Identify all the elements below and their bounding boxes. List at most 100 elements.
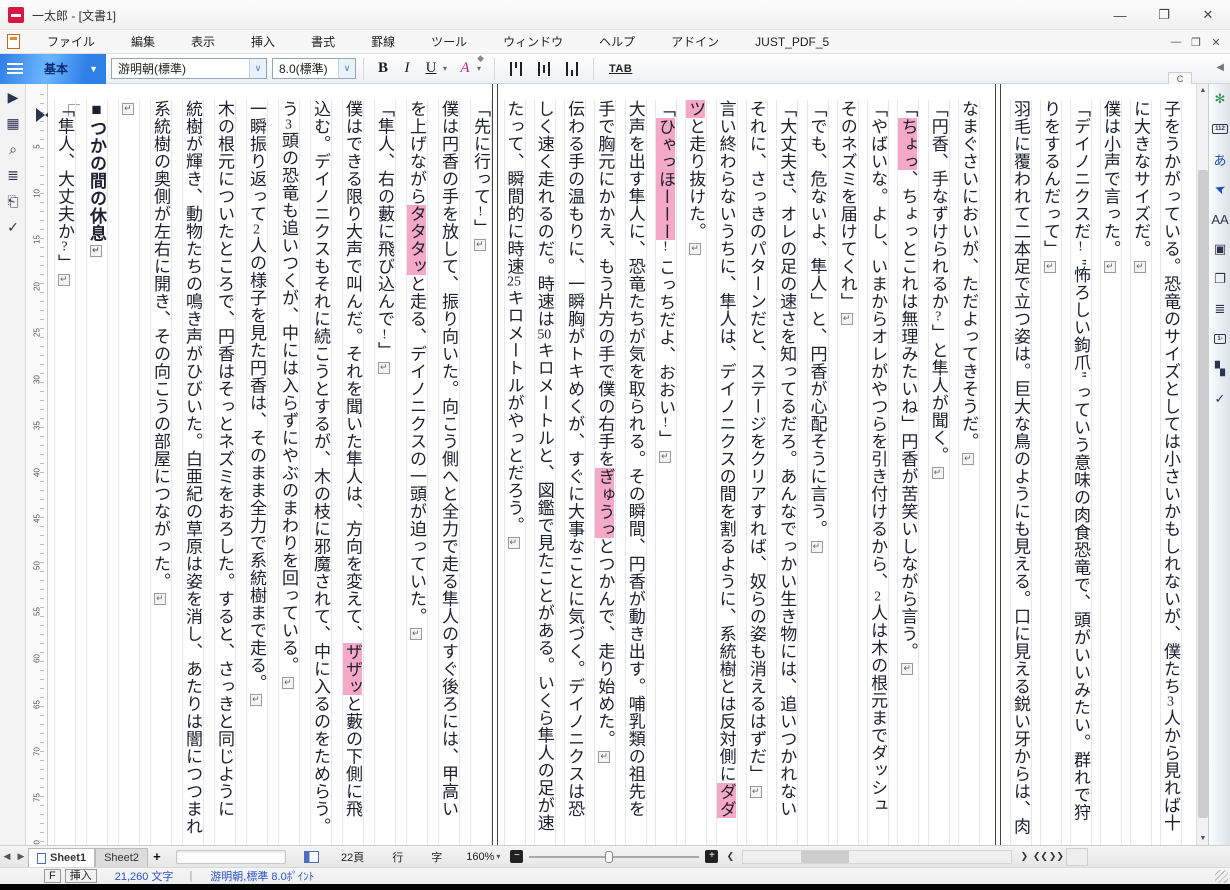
hscroll-right-icon[interactable]: ❯: [1016, 851, 1032, 862]
add-sheet-button[interactable]: +: [148, 849, 166, 864]
font-size-select[interactable]: 8.0(標準) ∨: [272, 58, 356, 79]
menu-item-11[interactable]: JUST_PDF_5: [737, 30, 847, 54]
text-column[interactable]: ■つかの間の休息↵: [86, 100, 108, 845]
text-column[interactable]: 僕は小声で言った。↵: [1100, 100, 1122, 845]
font-color-options-caret[interactable]: ▾: [477, 64, 487, 73]
text-column[interactable]: 伝わる手の温もりに、一瞬胸がトキめくが、すぐに大事なことに気づく。デイノニクスは…: [564, 100, 586, 845]
play-icon[interactable]: ▶: [0, 84, 26, 110]
zoom-out-button[interactable]: −: [510, 850, 523, 863]
menu-item-7[interactable]: ツール: [413, 30, 485, 54]
text-column[interactable]: ↵: [118, 100, 140, 845]
text-column[interactable]: 羽毛に覆われて二本足で立つ姿は。巨大な鳥のようにも見える。口に見える鋭い牙からは…: [1010, 100, 1032, 845]
checker-icon[interactable]: ▚: [1209, 354, 1230, 384]
text-column[interactable]: 「先に行って!」↵: [470, 100, 492, 845]
menu-item-2[interactable]: 編集: [113, 30, 173, 54]
sheet-tab-sheet2[interactable]: Sheet2: [95, 848, 148, 868]
list-icon[interactable]: ≣: [0, 162, 26, 188]
text-column[interactable]: 「大丈夫さ、オレの足の速さを知ってるだろ。あんなでっかい生き物には、追いつかれな…: [776, 100, 798, 845]
hscroll-left-icon[interactable]: ❮: [722, 851, 738, 862]
text-column[interactable]: それに、さっきのパターンだと、ステージをクリアすれば、奴らの姿も消えるはずだ」↵: [746, 100, 768, 845]
resize-grip[interactable]: [1215, 870, 1228, 883]
text-column[interactable]: しく速く走れるのだ。時速は50キロメートルと、図鑑で見たことがある。いくら隼人の…: [534, 100, 556, 845]
text-column[interactable]: 言い終わらないうちに、隼人は、デイノニクスの間を割るように、系統樹とは反対側にダ…: [716, 100, 738, 845]
text-column[interactable]: 系統樹の奥側が左右に開き、その向こうの部屋につながった。↵: [150, 100, 172, 845]
text-column[interactable]: 僕はできる限り大声で叫んだ。それを聞いた隼人は、方向を変えて、ザザッと藪の下側に…: [342, 100, 364, 845]
document-canvas[interactable]: 子をうかがっている。恐竜のサイズとしては小さいかもしれないが、僕たち3人から見れ…: [48, 84, 1196, 845]
text-column[interactable]: 「ちょっ、ちょっとこれは無理みたいね」円香が苦笑いしながら言う。↵: [897, 100, 919, 845]
menu-item-6[interactable]: 罫線: [353, 30, 413, 54]
zoom-slider[interactable]: [529, 850, 699, 864]
tab-button[interactable]: TAB: [609, 63, 632, 75]
menu-item-8[interactable]: ウィンドウ: [485, 30, 581, 54]
sheet-tab-sheet1[interactable]: Sheet1: [28, 848, 95, 868]
f-mode-button[interactable]: F: [44, 869, 61, 883]
align-top-icon[interactable]: [505, 58, 527, 80]
toolbar-collapse-icon[interactable]: ◀: [1216, 62, 1224, 73]
prev-page-icon[interactable]: ❮❮: [1032, 851, 1048, 862]
close-button[interactable]: ✕: [1186, 0, 1230, 30]
text-column[interactable]: なまぐさいにおいが、ただよってきそうだ。↵: [958, 100, 980, 845]
battery-112-icon[interactable]: 112: [1209, 114, 1230, 144]
text-column[interactable]: に大きなサイズだ。↵: [1130, 100, 1152, 845]
doc-minimize-button[interactable]: —: [1166, 36, 1186, 48]
underline-options-caret[interactable]: ▾: [443, 64, 453, 73]
text-column[interactable]: そのネズミを届けてくれ」↵: [837, 100, 859, 845]
underline-button[interactable]: U: [419, 57, 443, 81]
vertical-scroll-thumb[interactable]: [1198, 170, 1208, 818]
italic-button[interactable]: I: [395, 57, 419, 81]
menu-item-3[interactable]: 表示: [173, 30, 233, 54]
page-number-icon[interactable]: 1-: [1209, 324, 1230, 354]
text-column[interactable]: 木の根元についたところで、円香はそっとネズミをおろした。すると、さっきと同じよう…: [214, 100, 236, 845]
dart-icon[interactable]: ➤: [1205, 171, 1230, 207]
text-column[interactable]: う3頭の恐竜も追いつくが、中には入らずにやぶのまわりを回っている。↵: [278, 100, 300, 845]
just-flower-icon[interactable]: ✻: [1209, 84, 1230, 114]
text-column[interactable]: 「やばいな。よし、いまからオレがやつらを引き付けるから、2人は木の根元までダッシ…: [867, 100, 889, 845]
text-column[interactable]: りをするんだって」↵: [1040, 100, 1062, 845]
clipboard-icon[interactable]: ⎗: [0, 188, 26, 214]
search-icon[interactable]: ⌕: [0, 136, 26, 162]
doc-close-button[interactable]: ✕: [1206, 36, 1226, 49]
text-column[interactable]: 大声を出す隼人に、恐竜たちが気を取られる。その瞬間、円香が動き出す。哺乳類の祖先…: [625, 100, 647, 845]
zoom-caret-icon[interactable]: ▾: [496, 852, 506, 861]
menu-item-4[interactable]: 挿入: [233, 30, 293, 54]
check-icon[interactable]: ✓: [0, 214, 26, 240]
restore-button[interactable]: ❐: [1142, 0, 1186, 30]
tab-scroll-left-icon[interactable]: ◀: [0, 851, 14, 862]
text-column[interactable]: を上げながらタタタッと走る、デイノニクスの一頭が迫っていた。↵: [406, 100, 428, 845]
horizontal-scroll-thumb[interactable]: [801, 851, 849, 863]
text-column[interactable]: 手で胸元にかかえ、もう片方の手で僕の右手をぎゅうっとつかんで、走り始めた。↵: [594, 100, 616, 845]
grid-icon[interactable]: ▦: [0, 110, 26, 136]
menu-item-9[interactable]: ヘルプ: [581, 30, 653, 54]
text-column[interactable]: 「隼人、右の藪に飛び込んで!」↵: [374, 100, 396, 845]
text-column[interactable]: 統樹が輝き、動物たちの鳴き声がひびいた。白亜紀の草原は姿を消し、あたりは闇につつ…: [182, 100, 204, 845]
tab-scroll-right-icon[interactable]: ▶: [14, 851, 28, 862]
menu-item-1[interactable]: ファイル: [29, 30, 113, 54]
fonts-icon[interactable]: AA: [1209, 204, 1230, 234]
text-column[interactable]: ツと走り抜けた。↵: [685, 100, 707, 845]
text-column[interactable]: 子をうかがっている。恐竜のサイズとしては小さいかもしれないが、僕たち3人から見れ…: [1160, 100, 1182, 845]
menu-item-5[interactable]: 書式: [293, 30, 353, 54]
font-color-button[interactable]: A: [453, 57, 477, 81]
check-icon[interactable]: ✓: [1209, 384, 1230, 414]
zoom-in-button[interactable]: +: [705, 850, 718, 863]
bold-button[interactable]: B: [371, 57, 395, 81]
page-preview-icon[interactable]: [304, 851, 319, 863]
next-page-icon[interactable]: ❯❯: [1048, 851, 1064, 862]
minimize-button[interactable]: —: [1098, 0, 1142, 30]
menu-item-10[interactable]: アドイン: [653, 30, 737, 54]
mode-menu-button[interactable]: 基本 ▼: [0, 54, 106, 84]
text-column[interactable]: たって、瞬間的に時速25キロメートルがやっとだろう。↵: [504, 100, 526, 845]
insert-mode-button[interactable]: 挿入: [65, 869, 97, 883]
text-column[interactable]: 「隼人、大丈夫か?」↵: [54, 100, 76, 845]
text-column[interactable]: 「円香、手なずけられるか?」と隼人が聞く。↵: [928, 100, 950, 845]
outline-icon[interactable]: ≣: [1209, 294, 1230, 324]
text-column[interactable]: 込む。デイノニクスもそれに続こうとするが、木の枝に邪魔されて、中に入るのをためら…: [310, 100, 332, 845]
text-column[interactable]: 僕は円香の手を放して、振り向いた。向こう側へと全力で走る隼人のすぐ後ろには、甲高…: [438, 100, 460, 845]
text-column[interactable]: 一瞬振り返って2人の様子を見た円香は、そのまま全力で系統樹まで走る。↵: [246, 100, 268, 845]
zoom-level[interactable]: 160%: [456, 851, 496, 863]
horizontal-scrollbar[interactable]: [742, 850, 1012, 864]
zoom-slider-thumb[interactable]: [605, 851, 613, 863]
font-family-select[interactable]: 游明朝(標準) ∨: [111, 58, 267, 79]
kana-a-icon[interactable]: あ: [1209, 144, 1230, 174]
photo-icon[interactable]: ▣: [1209, 234, 1230, 264]
